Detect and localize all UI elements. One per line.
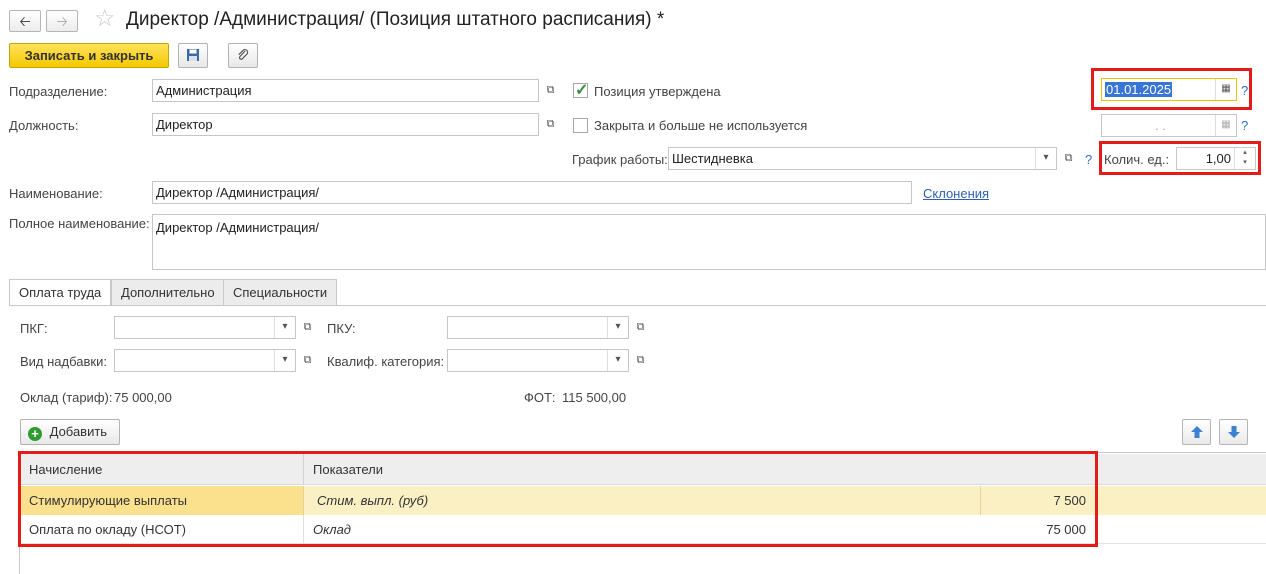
open-window-icon: ⧉ <box>546 118 555 130</box>
allowance-label: Вид надбавки: <box>20 354 107 369</box>
calendar-icon[interactable]: ▦ <box>1215 115 1236 136</box>
full-name-label: Полное наименование: <box>9 216 150 231</box>
open-window-icon: ⧉ <box>636 321 645 333</box>
subdivision-open-button[interactable]: ⧉ <box>540 79 561 102</box>
qual-category-field[interactable]: ▾ <box>447 349 629 372</box>
chevron-down-icon[interactable]: ▾ <box>274 317 295 338</box>
tab-payment[interactable]: Оплата труда <box>9 279 112 306</box>
schedule-open-button[interactable]: ⧉ <box>1058 147 1079 170</box>
move-up-button[interactable] <box>1182 419 1211 445</box>
attach-button[interactable] <box>228 43 258 68</box>
highlight-grid-box <box>18 451 1098 547</box>
schedule-help-icon[interactable]: ? <box>1085 152 1092 167</box>
pku-field[interactable]: ▾ <box>447 316 629 339</box>
arrow-left-icon: 🡠 <box>19 13 31 29</box>
pku-label: ПКУ: <box>327 321 356 336</box>
back-button[interactable]: 🡠 <box>9 10 41 32</box>
pku-open-button[interactable]: ⧉ <box>630 316 651 339</box>
forward-button[interactable]: 🡢 <box>46 10 78 32</box>
position-label: Должность: <box>9 118 79 133</box>
save-and-close-button[interactable]: Записать и закрыть <box>9 43 169 68</box>
name-label: Наименование: <box>9 186 103 201</box>
units-field[interactable]: 1,00 ▴ ▾ <box>1176 147 1256 170</box>
tab-divider <box>9 305 1266 306</box>
position-open-button[interactable]: ⧉ <box>540 113 561 136</box>
closed-date-field[interactable]: . . ▦ <box>1101 114 1237 137</box>
paperclip-icon <box>238 49 249 60</box>
tab-specialties[interactable]: Специальности <box>223 279 338 306</box>
approval-date-field[interactable]: 01.01.2025 ▦ <box>1101 78 1237 101</box>
save-button[interactable] <box>178 43 208 68</box>
tab-additional[interactable]: Дополнительно <box>111 279 225 306</box>
chevron-down-icon[interactable]: ▾ <box>1035 148 1056 169</box>
position-field[interactable]: Директор <box>152 113 539 136</box>
declensions-link[interactable]: Склонения <box>923 186 989 201</box>
arrow-right-icon: 🡢 <box>56 13 68 29</box>
open-window-icon: ⧉ <box>303 321 312 333</box>
units-label: Колич. ед.: <box>1104 152 1170 167</box>
favorite-star-icon[interactable]: ☆ <box>94 6 116 32</box>
closed-label: Закрыта и больше не используется <box>594 118 808 133</box>
qual-category-open-button[interactable]: ⧉ <box>630 349 651 372</box>
approved-checkbox[interactable]: ✓ <box>573 82 589 99</box>
fot-label: ФОТ: <box>524 390 556 405</box>
pkg-field[interactable]: ▾ <box>114 316 296 339</box>
page-title: Директор /Администрация/ (Позиция штатно… <box>126 9 665 30</box>
open-window-icon: ⧉ <box>1064 152 1073 164</box>
salary-value: 75 000,00 <box>114 390 172 405</box>
open-window-icon: ⧉ <box>303 354 312 366</box>
checkmark-icon: ✓ <box>575 82 589 99</box>
open-window-icon: ⧉ <box>546 84 555 96</box>
approved-label: Позиция утверждена <box>594 84 721 99</box>
pkg-open-button[interactable]: ⧉ <box>297 316 318 339</box>
plus-circle-icon: + <box>28 427 42 441</box>
schedule-label: График работы: <box>572 152 668 167</box>
stepper-icon[interactable]: ▴ ▾ <box>1234 148 1255 169</box>
chevron-down-icon[interactable]: ▾ <box>274 350 295 371</box>
chevron-down-icon[interactable]: ▾ <box>607 350 628 371</box>
qual-category-label: Квалиф. категория: <box>327 354 445 369</box>
closed-date-help-icon[interactable]: ? <box>1241 118 1248 133</box>
allowance-open-button[interactable]: ⧉ <box>297 349 318 372</box>
open-window-icon: ⧉ <box>636 354 645 366</box>
allowance-field[interactable]: ▾ <box>114 349 296 372</box>
approval-date-help-icon[interactable]: ? <box>1241 83 1248 98</box>
salary-label: Оклад (тариф): <box>20 390 113 405</box>
add-button[interactable]: + Добавить <box>20 419 120 445</box>
fot-value: 115 500,00 <box>562 390 627 405</box>
closed-checkbox[interactable] <box>573 118 588 133</box>
subdivision-field[interactable]: Администрация <box>152 79 539 102</box>
floppy-disk-icon <box>187 49 199 61</box>
calendar-icon[interactable]: ▦ <box>1215 79 1236 100</box>
full-name-field[interactable]: Директор /Администрация/ <box>152 214 1266 270</box>
move-down-button[interactable] <box>1219 419 1248 445</box>
name-field[interactable]: Директор /Администрация/ <box>152 181 912 204</box>
arrow-down-icon <box>1227 426 1240 438</box>
pkg-label: ПКГ: <box>20 321 48 336</box>
subdivision-label: Подразделение: <box>9 84 108 99</box>
schedule-field[interactable]: Шестидневка ▾ <box>668 147 1057 170</box>
arrow-up-icon <box>1190 426 1203 438</box>
chevron-down-icon[interactable]: ▾ <box>607 317 628 338</box>
